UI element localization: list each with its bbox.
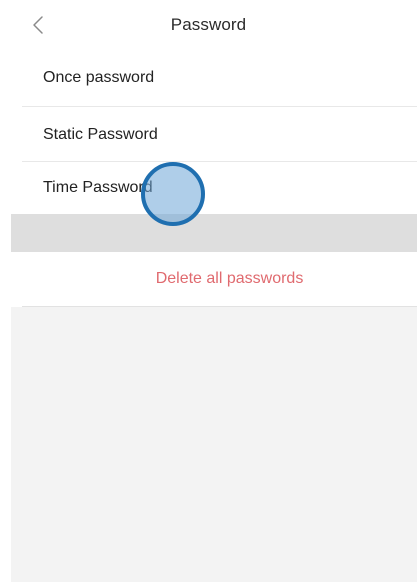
empty-area [11, 307, 417, 582]
navigation-bar: Password [0, 0, 417, 50]
touch-indicator [141, 162, 205, 226]
delete-all-passwords-button[interactable]: Delete all passwords [22, 252, 417, 306]
page-title: Password [170, 15, 247, 34]
section-separator [11, 214, 417, 252]
list-item-label: Once password [43, 69, 155, 86]
list-item-label: Time Password [43, 179, 153, 196]
list-item-time-password[interactable]: Time Password [22, 162, 417, 214]
list-item-static-password[interactable]: Static Password [22, 107, 417, 163]
list-item-label: Static Password [43, 126, 158, 143]
delete-all-label: Delete all passwords [155, 270, 304, 287]
password-screen: Password Once password Static Password T… [0, 0, 417, 582]
list-item-once-password[interactable]: Once password [22, 50, 417, 106]
